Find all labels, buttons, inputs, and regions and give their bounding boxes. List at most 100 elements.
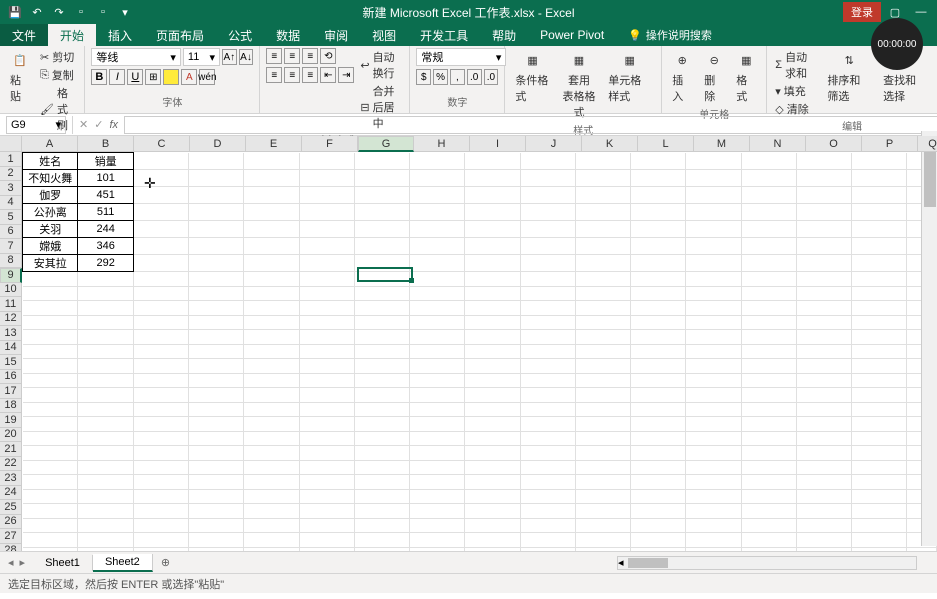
- row-header-11[interactable]: 11: [0, 297, 22, 312]
- cell-D16[interactable]: [189, 388, 244, 403]
- cell-A23[interactable]: [23, 489, 78, 504]
- row-header-7[interactable]: 7: [0, 239, 22, 254]
- cell-K2[interactable]: [575, 170, 630, 187]
- col-header-C[interactable]: C: [134, 136, 190, 152]
- cell-K18[interactable]: [575, 417, 630, 432]
- cell-N17[interactable]: [741, 402, 796, 417]
- cell-G6[interactable]: [354, 238, 409, 255]
- cell-O5[interactable]: [796, 221, 851, 238]
- cell-L7[interactable]: [631, 255, 686, 272]
- cell-P21[interactable]: [851, 460, 906, 475]
- cell-L14[interactable]: [631, 359, 686, 374]
- cell-N15[interactable]: [741, 373, 796, 388]
- cell-G3[interactable]: [354, 187, 409, 204]
- cell-N18[interactable]: [741, 417, 796, 432]
- cell-J11[interactable]: [520, 315, 575, 330]
- cell-D26[interactable]: [189, 533, 244, 548]
- cell-K21[interactable]: [575, 460, 630, 475]
- col-header-J[interactable]: J: [526, 136, 582, 152]
- fx-icon[interactable]: fx: [109, 119, 118, 131]
- cell-I19[interactable]: [465, 431, 520, 446]
- cell-D17[interactable]: [189, 402, 244, 417]
- cell-P19[interactable]: [851, 431, 906, 446]
- cell-P23[interactable]: [851, 489, 906, 504]
- cell-A24[interactable]: [23, 504, 78, 519]
- wrap-text-button[interactable]: ↩自动换行: [358, 48, 403, 82]
- cell-A11[interactable]: [23, 315, 78, 330]
- col-header-D[interactable]: D: [190, 136, 246, 152]
- cell-O8[interactable]: [796, 272, 851, 287]
- cell-N4[interactable]: [741, 204, 796, 221]
- col-header-H[interactable]: H: [414, 136, 470, 152]
- cell-P13[interactable]: [851, 344, 906, 359]
- cell-N19[interactable]: [741, 431, 796, 446]
- cell-H13[interactable]: [410, 344, 465, 359]
- cell-P17[interactable]: [851, 402, 906, 417]
- cell-P12[interactable]: [851, 330, 906, 345]
- cell-P15[interactable]: [851, 373, 906, 388]
- cell-D22[interactable]: [189, 475, 244, 490]
- cell-I4[interactable]: [465, 204, 520, 221]
- cell-G9[interactable]: [354, 286, 409, 301]
- cell-M17[interactable]: [686, 402, 741, 417]
- cell-M24[interactable]: [686, 504, 741, 519]
- cell-B10[interactable]: [78, 301, 134, 316]
- cell-L12[interactable]: [631, 330, 686, 345]
- add-sheet-button[interactable]: ⊕: [153, 556, 178, 569]
- cell-K7[interactable]: [575, 255, 630, 272]
- sheet-tab-2[interactable]: Sheet2: [93, 554, 153, 572]
- phonetic-button[interactable]: wén: [199, 69, 215, 85]
- qat-btn-icon[interactable]: ▫: [72, 3, 90, 21]
- cell-G21[interactable]: [354, 460, 409, 475]
- row-header-5[interactable]: 5: [0, 210, 22, 225]
- cell-L21[interactable]: [631, 460, 686, 475]
- cell-J19[interactable]: [520, 431, 575, 446]
- align-left-button[interactable]: ≡: [266, 67, 282, 83]
- col-header-O[interactable]: O: [806, 136, 862, 152]
- cell-I24[interactable]: [465, 504, 520, 519]
- cell-J4[interactable]: [520, 204, 575, 221]
- cell-D11[interactable]: [189, 315, 244, 330]
- cell-M10[interactable]: [686, 301, 741, 316]
- cell-H5[interactable]: [410, 221, 465, 238]
- cell-L17[interactable]: [631, 402, 686, 417]
- indent-inc-button[interactable]: ⇥: [338, 67, 354, 83]
- tab-powerpivot[interactable]: Power Pivot: [528, 24, 616, 46]
- cell-J26[interactable]: [520, 533, 575, 548]
- tab-formulas[interactable]: 公式: [216, 24, 264, 46]
- cell-J12[interactable]: [520, 330, 575, 345]
- indent-dec-button[interactable]: ⇤: [320, 67, 336, 83]
- cell-L2[interactable]: [631, 170, 686, 187]
- col-header-Q[interactable]: Q: [918, 136, 937, 152]
- cell-K1[interactable]: [575, 153, 630, 170]
- cell-H2[interactable]: [410, 170, 465, 187]
- cell-J14[interactable]: [520, 359, 575, 374]
- cell-K10[interactable]: [575, 301, 630, 316]
- cell-O23[interactable]: [796, 489, 851, 504]
- col-header-F[interactable]: F: [302, 136, 358, 152]
- cancel-formula-icon[interactable]: ✕: [79, 118, 88, 131]
- cell-I20[interactable]: [465, 446, 520, 461]
- row-header-12[interactable]: 12: [0, 312, 22, 327]
- cell-F8[interactable]: [299, 272, 354, 287]
- cell-H9[interactable]: [410, 286, 465, 301]
- cell-J3[interactable]: [520, 187, 575, 204]
- cell-E24[interactable]: [244, 504, 299, 519]
- vertical-scrollbar[interactable]: [921, 131, 937, 546]
- decrease-font-button[interactable]: A↓: [239, 49, 254, 65]
- cell-G4[interactable]: [354, 204, 409, 221]
- cell-M25[interactable]: [686, 518, 741, 533]
- conditional-format-button[interactable]: ▦条件格式: [511, 48, 553, 106]
- row-header-19[interactable]: 19: [0, 413, 22, 428]
- spreadsheet-grid[interactable]: ABCDEFGHIJKLMNOPQ 1234567891011121314151…: [0, 136, 937, 551]
- cell-F10[interactable]: [299, 301, 354, 316]
- cell-I1[interactable]: [465, 153, 520, 170]
- cell-P6[interactable]: [851, 238, 906, 255]
- row-header-26[interactable]: 26: [0, 515, 22, 530]
- cell-C23[interactable]: [133, 489, 188, 504]
- cell-E7[interactable]: [244, 255, 299, 272]
- cell-D14[interactable]: [189, 359, 244, 374]
- cell-C5[interactable]: [133, 221, 188, 238]
- cell-D13[interactable]: [189, 344, 244, 359]
- cell-H15[interactable]: [410, 373, 465, 388]
